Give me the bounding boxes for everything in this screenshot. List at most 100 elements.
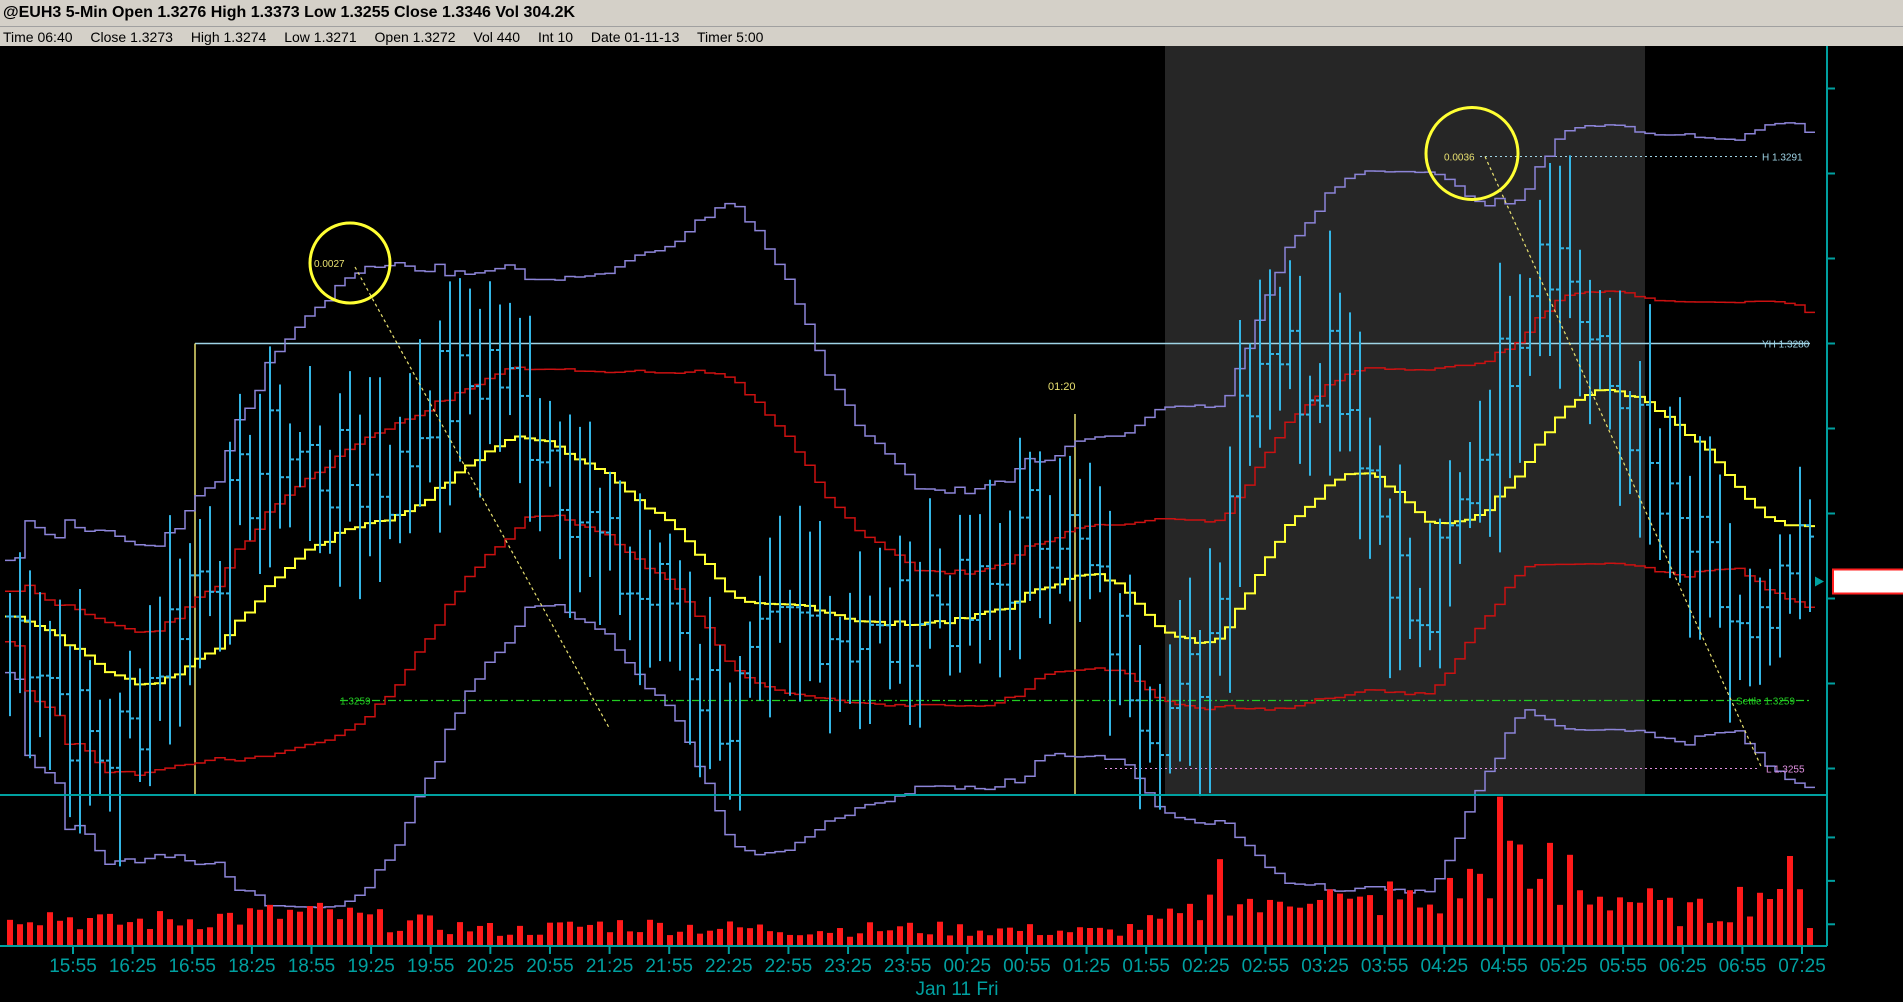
price-chart[interactable]: 0.0027 0.0036 01:20 H 1.3291 YH 1.3280 Settle… — [0, 46, 1903, 1002]
chart-background — [0, 46, 1903, 1002]
volume-bar — [427, 915, 433, 946]
volume-bar — [27, 922, 33, 946]
time-tick-label: 00:55 — [1003, 956, 1051, 977]
time-tick-label: 02:25 — [1182, 956, 1230, 977]
volume-bar — [577, 926, 583, 946]
volume-bar — [547, 922, 553, 946]
volume-bar — [937, 921, 943, 946]
high-level-label: H 1.3291 — [1762, 153, 1803, 164]
volume-bar — [1037, 935, 1043, 946]
volume-bar — [407, 920, 413, 946]
info-int: Int 10 — [537, 29, 574, 45]
volume-bar — [1027, 924, 1033, 946]
open-label: Open — [111, 4, 153, 21]
info-time: Time 06:40 — [3, 29, 73, 45]
open-value: 1.3276 — [157, 4, 207, 21]
volume-bar — [1307, 903, 1313, 946]
volume-bar — [1117, 935, 1123, 946]
volume-bar — [687, 924, 693, 946]
volume-bar — [1607, 910, 1613, 946]
volume-bar — [607, 932, 613, 946]
volume-bar — [177, 925, 183, 946]
volume-bar — [1477, 873, 1483, 946]
volume-bar — [1357, 896, 1363, 946]
high-label: High — [210, 4, 247, 21]
volume-bar — [1297, 907, 1303, 946]
volume-bar — [247, 908, 253, 946]
volume-bar — [867, 922, 873, 946]
volume-bar — [1277, 901, 1283, 946]
volume-bar — [1627, 902, 1633, 946]
volume-bar — [1397, 899, 1403, 946]
volume-bar — [1387, 881, 1393, 946]
volume-bar — [747, 928, 753, 946]
volume-bar — [647, 919, 653, 946]
volume-bar — [927, 934, 933, 946]
volume-bar — [1497, 796, 1503, 946]
volume-bar — [267, 904, 273, 946]
volume-bar — [1427, 904, 1433, 946]
time-tick-label: 04:25 — [1421, 956, 1469, 977]
volume-bar — [307, 906, 313, 946]
volume-bar — [1227, 915, 1233, 946]
current-price-box — [1832, 568, 1903, 595]
volume-bar — [1527, 888, 1533, 946]
volume-bar — [797, 935, 803, 946]
time-tick-label: 03:55 — [1361, 956, 1409, 977]
volume-bar — [1107, 929, 1113, 946]
time-tick-label: 21:25 — [586, 956, 634, 977]
volume-bar — [217, 913, 223, 946]
volume-bar — [1057, 930, 1063, 946]
low-label: Low — [304, 4, 337, 21]
date-label: Jan 11 Fri — [915, 979, 998, 1000]
volume-bar — [437, 929, 443, 946]
volume-bar — [1217, 859, 1223, 946]
volume-bar — [1657, 900, 1663, 946]
settle-level-label: Settle 1.3259 — [1736, 697, 1795, 708]
volume-bar — [1667, 897, 1673, 946]
volume-bar — [1137, 929, 1143, 946]
time-tick-label: 23:25 — [824, 956, 872, 977]
volume-bar — [1787, 855, 1793, 946]
time-tick-label: 18:25 — [228, 956, 276, 977]
volume-bar — [1187, 903, 1193, 946]
interval-label: 5-Min — [65, 4, 108, 21]
volume-bar — [597, 921, 603, 946]
annotation-label-left: 0.0027 — [314, 259, 345, 270]
volume-bar — [1007, 927, 1013, 946]
volume-bar — [1207, 894, 1213, 946]
volume-bar — [1147, 915, 1153, 946]
time-tick-label: 01:25 — [1063, 956, 1111, 977]
time-tick-label: 05:25 — [1540, 956, 1588, 977]
volume-bar — [1597, 896, 1603, 946]
volume-bar — [387, 932, 393, 946]
volume-bar — [1537, 878, 1543, 946]
info-vol: Vol 440 — [473, 29, 521, 45]
volume-bar — [657, 922, 663, 946]
volume-bar — [1797, 889, 1803, 946]
time-tick-label: 22:25 — [705, 956, 753, 977]
volume-bar — [727, 921, 733, 946]
volume-bar — [947, 935, 953, 946]
volume-bar — [1167, 908, 1173, 946]
volume-bar — [397, 930, 403, 946]
axis-panel — [1827, 46, 1903, 1002]
volume-bar — [1047, 934, 1053, 946]
volume-bar — [1567, 854, 1573, 946]
info-timer: Timer 5:00 — [697, 29, 764, 45]
volume-bar — [197, 929, 203, 946]
volume-bar — [447, 934, 453, 946]
volume-bar — [257, 909, 263, 946]
volume-bar — [1177, 913, 1183, 946]
volume-bar — [1017, 930, 1023, 946]
high-value: 1.3373 — [250, 4, 300, 21]
volume-bar — [1377, 915, 1383, 946]
volume-bar — [287, 909, 293, 946]
volume-bar — [1697, 898, 1703, 946]
volume-bar — [1687, 902, 1693, 946]
symbol-label: @EUH3 — [3, 4, 62, 21]
info-open: Open 1.3272 — [374, 29, 456, 45]
time-tick-label: 15:55 — [49, 956, 97, 977]
volume-bar — [557, 922, 563, 946]
volume-bar — [77, 929, 83, 946]
